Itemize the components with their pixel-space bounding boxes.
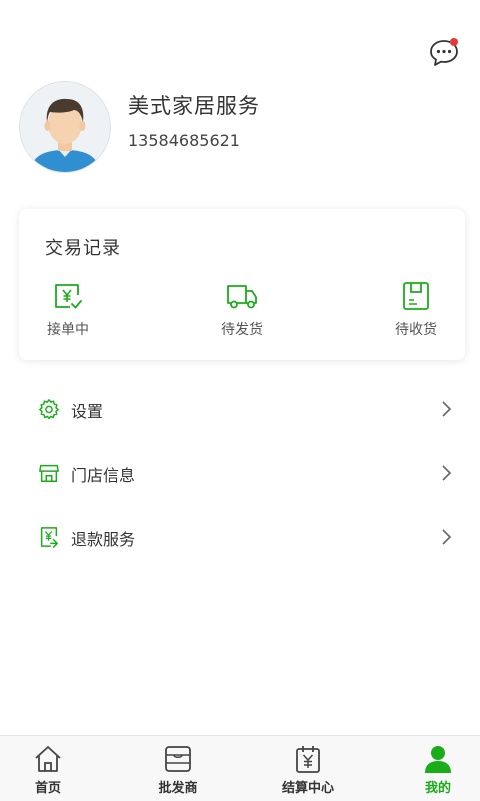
tab-wholesaler-label: 批发商 (158, 781, 198, 796)
menu-label-settings: 设置 (71, 402, 104, 421)
tab-home[interactable]: 首页 (0, 736, 96, 801)
order-accepting-button[interactable]: 接单中 (33, 281, 103, 339)
menu-label-store-info: 门店信息 (71, 466, 136, 485)
package-icon (403, 282, 429, 310)
tab-home-label: 首页 (34, 781, 61, 796)
menu-item-store-info[interactable]: 门店信息 (0, 448, 480, 498)
tab-settlement-label: 结算中心 (281, 781, 334, 796)
home-icon (35, 746, 61, 772)
user-avatar-icon (30, 98, 100, 172)
receipt-yen-icon (55, 284, 82, 309)
menu-item-refund[interactable]: 退款服务 (0, 512, 480, 562)
order-to-ship-button[interactable]: 待发货 (207, 281, 277, 339)
orders-card: 交易记录 接单中 待发货 待收货 (19, 209, 465, 360)
chevron-right-icon (442, 529, 452, 545)
avatar[interactable] (19, 81, 111, 173)
store-icon (39, 464, 59, 482)
order-to-ship-label: 待发货 (221, 322, 263, 338)
tab-mine-label: 我的 (424, 781, 451, 796)
tab-settlement[interactable]: 结算中心 (260, 736, 356, 801)
menu-item-settings[interactable]: 设置 (0, 384, 480, 434)
bottom-tab-bar: 首页 批发商 结算中心 我的 (0, 735, 480, 801)
profile-name: 美式家居服务 (128, 94, 260, 118)
tab-mine[interactable]: 我的 (390, 736, 480, 801)
unread-badge (450, 38, 458, 46)
calendar-yen-icon (296, 746, 320, 773)
menu-label-refund: 退款服务 (71, 530, 136, 549)
wholesaler-icon (165, 746, 191, 772)
order-to-receive-label: 待收货 (395, 322, 437, 338)
chevron-right-icon (442, 401, 452, 417)
order-accepting-label: 接单中 (47, 322, 89, 338)
gear-icon (39, 399, 59, 420)
orders-title: 交易记录 (45, 238, 121, 259)
order-to-receive-button[interactable]: 待收货 (381, 281, 451, 339)
profile-phone: 13584685621 (128, 131, 240, 150)
refund-icon (40, 527, 58, 548)
person-icon (425, 746, 451, 773)
truck-icon (227, 285, 257, 309)
chevron-right-icon (442, 465, 452, 481)
tab-wholesaler[interactable]: 批发商 (130, 736, 226, 801)
